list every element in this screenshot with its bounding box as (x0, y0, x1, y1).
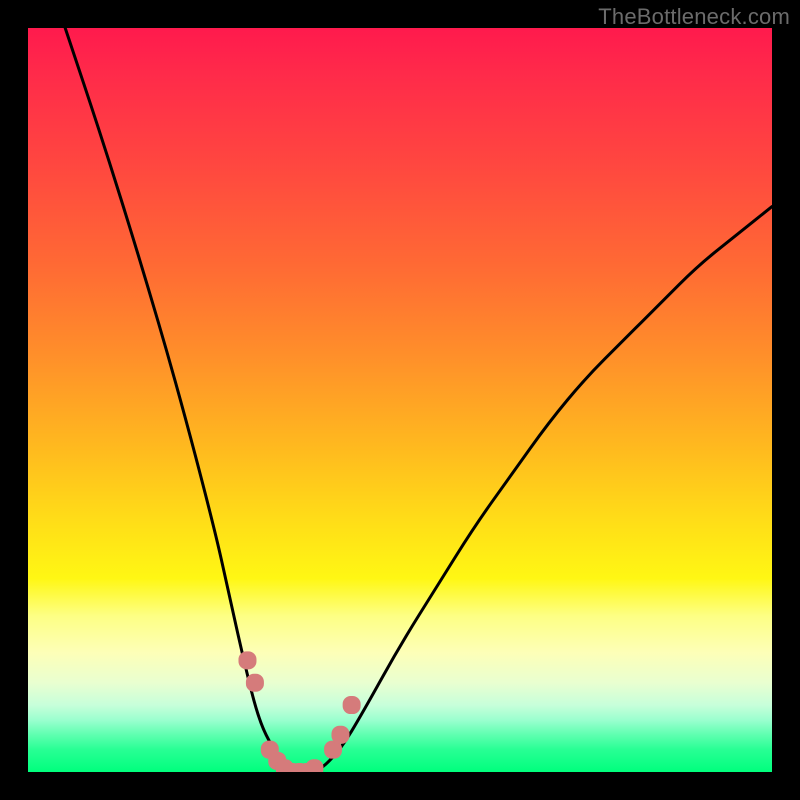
highlight-marker (238, 651, 256, 669)
highlight-marker (246, 674, 264, 692)
curve-svg (28, 28, 772, 772)
chart-frame: TheBottleneck.com (0, 0, 800, 800)
attribution-text: TheBottleneck.com (598, 4, 790, 30)
highlight-marker (343, 696, 361, 714)
highlight-marker (331, 726, 349, 744)
plot-area (28, 28, 772, 772)
highlight-marker (305, 759, 323, 772)
bottleneck-curve (65, 28, 772, 772)
